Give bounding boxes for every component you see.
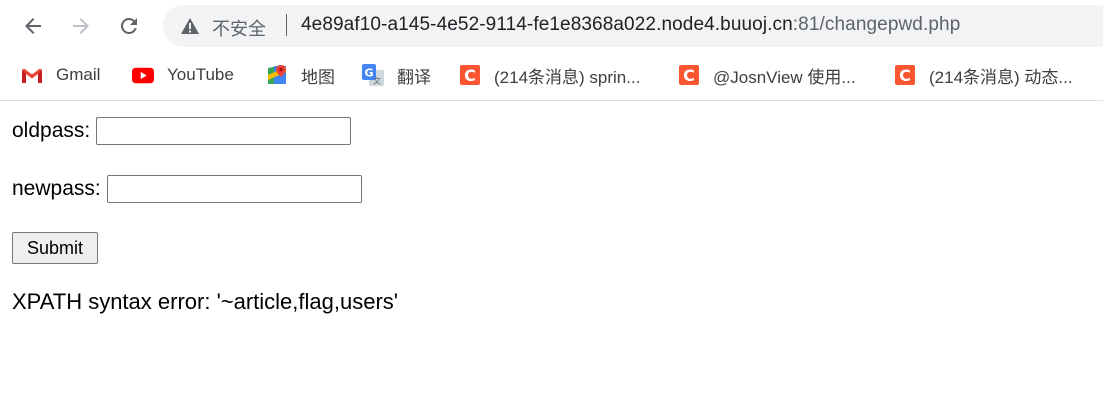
csdn-icon: C	[894, 64, 916, 86]
csdn-icon: C	[459, 64, 481, 86]
reload-icon	[121, 17, 137, 34]
oldpass-label: oldpass:	[12, 119, 91, 142]
forward-button[interactable]	[65, 10, 97, 42]
address-bar[interactable]: 不安全 4e89af10-a145-4e52-9114-fe1e8368a022…	[163, 5, 1103, 47]
bookmark-label: 翻译	[397, 67, 431, 87]
back-button[interactable]	[17, 10, 49, 42]
bookmark-csdn-3[interactable]: C (214条消息) 动态...	[894, 63, 1073, 87]
csdn-icon: C	[678, 64, 700, 86]
page-content: oldpass: newpass: Submit XPATH syntax er…	[0, 101, 1103, 409]
warning-icon[interactable]	[180, 17, 200, 35]
youtube-icon	[132, 64, 154, 86]
url-path: :81/changepwd.php	[792, 14, 961, 35]
bookmark-label: 地图	[301, 67, 335, 87]
bookmark-label: Gmail	[56, 65, 101, 84]
bookmark-maps[interactable]: 地图	[266, 63, 335, 87]
bookmark-label: (214条消息) 动态...	[929, 67, 1073, 87]
bookmark-translate[interactable]: G 文 翻译	[362, 63, 431, 87]
security-label[interactable]: 不安全	[212, 15, 266, 41]
bookmark-label: @JosnView 使用...	[713, 67, 856, 87]
url-text[interactable]: 4e89af10-a145-4e52-9114-fe1e8368a022.nod…	[301, 14, 960, 36]
reload-button[interactable]	[113, 10, 145, 42]
gmail-icon	[21, 64, 43, 86]
arrow-right-icon	[73, 18, 89, 34]
oldpass-row: oldpass:	[12, 117, 352, 145]
oldpass-input[interactable]	[96, 117, 352, 145]
bookmark-csdn-1[interactable]: C (214条消息) sprin...	[459, 63, 640, 87]
newpass-label: newpass:	[12, 177, 101, 200]
address-separator	[286, 14, 287, 36]
newpass-row: newpass:	[12, 175, 362, 203]
svg-text:文: 文	[373, 76, 381, 86]
error-message: XPATH syntax error: '~article,flag,users…	[12, 289, 398, 314]
submit-button[interactable]: Submit	[12, 232, 98, 264]
arrow-left-icon	[25, 18, 41, 34]
bookmark-youtube[interactable]: YouTube	[132, 63, 234, 87]
maps-icon	[266, 64, 288, 86]
translate-icon: G 文	[362, 64, 384, 86]
bookmark-gmail[interactable]: Gmail	[21, 63, 100, 87]
bookmarks-bar: Gmail YouTube 地图 G 文 翻译 C (214条消息) sprin…	[0, 52, 1103, 101]
bookmark-csdn-2[interactable]: C @JosnView 使用...	[678, 63, 856, 87]
bookmark-label: (214条消息) sprin...	[494, 67, 641, 87]
bookmark-label: YouTube	[167, 65, 234, 84]
url-host: 4e89af10-a145-4e52-9114-fe1e8368a022.nod…	[301, 14, 793, 35]
browser-toolbar: 不安全 4e89af10-a145-4e52-9114-fe1e8368a022…	[0, 0, 1103, 52]
newpass-input[interactable]	[106, 175, 362, 203]
